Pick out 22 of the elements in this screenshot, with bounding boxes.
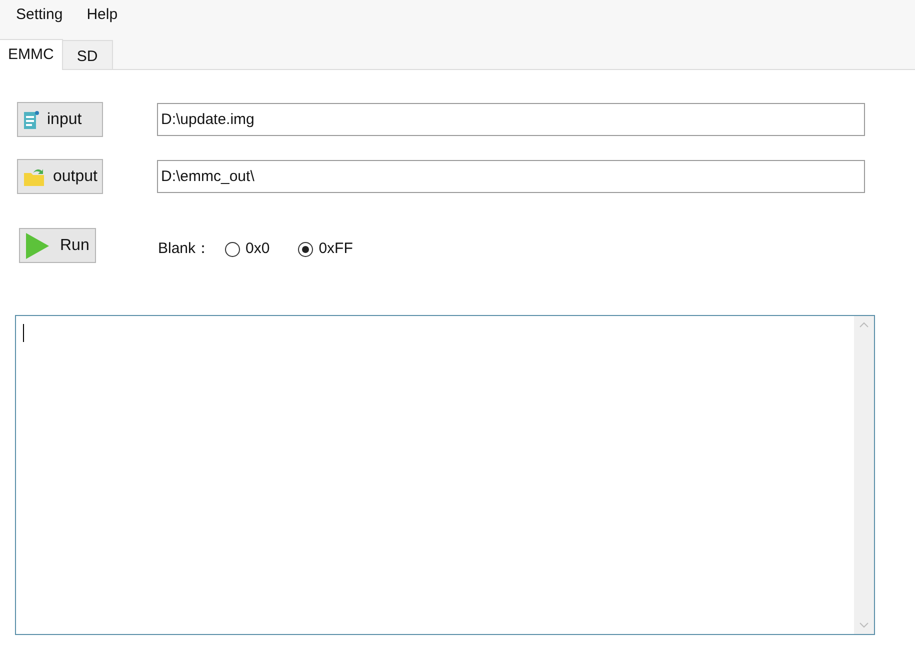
blank-label: Blank： bbox=[158, 239, 211, 260]
menu-item[interactable]: Setting bbox=[8, 2, 71, 28]
tab[interactable]: SD bbox=[62, 40, 113, 69]
folder-icon bbox=[23, 166, 45, 186]
log-area[interactable] bbox=[15, 315, 875, 635]
file-button[interactable]: input bbox=[17, 102, 103, 137]
run-button[interactable]: Run bbox=[19, 228, 96, 263]
folder-button[interactable]: output bbox=[17, 159, 103, 194]
menu-item[interactable]: Help bbox=[78, 2, 126, 28]
radio-button[interactable] bbox=[298, 242, 313, 257]
radio-option[interactable]: 0x0 bbox=[224, 238, 270, 261]
play-icon bbox=[24, 232, 50, 260]
radio-button[interactable] bbox=[224, 242, 240, 257]
tab[interactable]: EMMC bbox=[0, 39, 63, 70]
document-icon bbox=[23, 110, 39, 130]
path-field[interactable]: D:\update.img bbox=[157, 103, 865, 136]
text-cursor bbox=[23, 324, 24, 342]
scroll-up-icon[interactable] bbox=[859, 322, 869, 328]
radio-option[interactable]: 0xFF bbox=[298, 238, 353, 261]
scroll-down-icon[interactable] bbox=[859, 622, 869, 628]
scrollbar[interactable] bbox=[854, 316, 874, 634]
path-field[interactable]: D:\emmc_out\ bbox=[157, 160, 865, 193]
